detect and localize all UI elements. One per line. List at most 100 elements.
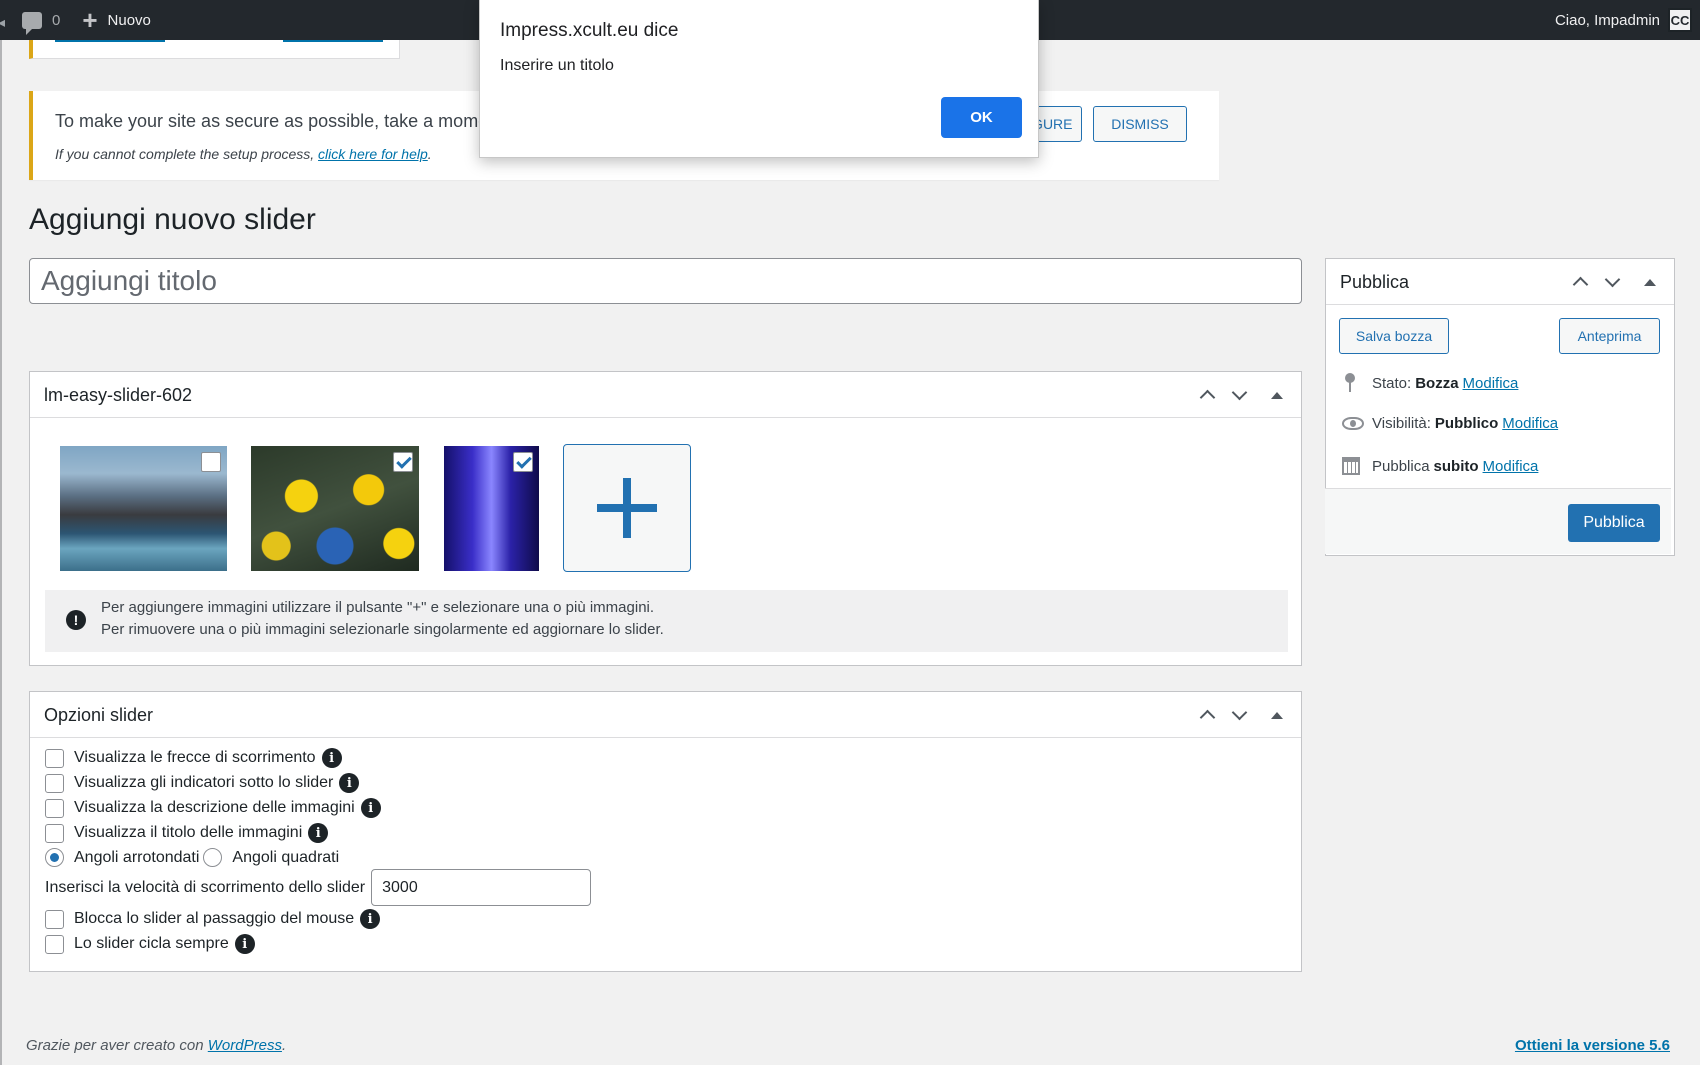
pin-icon <box>1342 373 1358 393</box>
save-draft-button[interactable]: Salva bozza <box>1339 318 1449 354</box>
schedule-value: subito <box>1433 457 1479 475</box>
move-down-icon[interactable] <box>1601 271 1623 293</box>
info-icon[interactable]: i <box>339 773 360 793</box>
schedule-row: Pubblica subito Modifica <box>1342 457 1538 475</box>
comments-link[interactable]: 0 <box>22 11 60 35</box>
partial-link[interactable] <box>55 40 165 42</box>
rounded-corners-radio[interactable] <box>45 848 64 867</box>
schedule-label: Pubblica <box>1372 457 1430 475</box>
security-subtext-label: If you cannot complete the setup process… <box>55 146 315 162</box>
plus-icon: + <box>82 5 98 35</box>
new-label: Nuovo <box>107 11 151 29</box>
indicators-checkbox[interactable] <box>45 773 64 793</box>
footer-thanks: Grazie per aver creato con WordPress. <box>26 1037 286 1054</box>
greeting: Ciao, Impadmin <box>1554 11 1660 29</box>
move-up-icon[interactable] <box>1196 384 1218 406</box>
security-subtext: If you cannot complete the setup process… <box>55 146 432 162</box>
info-icon[interactable]: i <box>360 909 381 929</box>
info-icon[interactable]: i <box>234 934 255 954</box>
calendar-icon <box>1342 457 1360 475</box>
footer-thanks-end: . <box>281 1037 287 1054</box>
move-down-icon[interactable] <box>1228 704 1250 726</box>
slider-box-title: lm-easy-slider-602 <box>44 385 193 405</box>
wp-menu-edge-icon[interactable]: ◂ <box>0 14 5 30</box>
status-row: Stato: Bozza Modifica <box>1342 373 1518 393</box>
new-content-link[interactable]: + Nuovo <box>82 7 151 33</box>
arrows-label: Visualizza le frecce di scorrimento <box>74 749 316 766</box>
add-image-button[interactable] <box>563 444 691 572</box>
dialog-ok-button[interactable]: OK <box>941 97 1022 138</box>
pause-hover-checkbox[interactable] <box>45 909 64 929</box>
slider-image-ducks[interactable] <box>251 446 419 571</box>
visibility-label: Visibilità: <box>1372 415 1431 432</box>
title-checkbox[interactable] <box>45 823 64 843</box>
collapse-toggle-icon[interactable] <box>1639 271 1661 293</box>
move-up-icon[interactable] <box>1569 271 1591 293</box>
option-corners: Angoli arrotondati Angoli quadrati <box>45 848 339 867</box>
security-message: To make your site as secure as possible,… <box>55 111 504 131</box>
eye-icon <box>1342 417 1364 430</box>
account-menu[interactable]: Ciao, Impadmin CC <box>1555 0 1692 40</box>
rounded-corners-label: Angoli arrotondati <box>74 848 200 866</box>
avatar: CC <box>1668 8 1692 32</box>
option-arrows: Visualizza le frecce di scorrimento i <box>45 748 342 768</box>
info-icon[interactable]: i <box>321 748 342 768</box>
update-version-link[interactable]: Ottieni la versione 5.6 <box>1515 1037 1670 1054</box>
sidebar-edge <box>0 40 2 1065</box>
image-select-checkbox[interactable] <box>393 452 413 472</box>
move-down-icon[interactable] <box>1228 384 1250 406</box>
move-up-icon[interactable] <box>1196 704 1218 726</box>
image-select-checkbox[interactable] <box>201 452 221 472</box>
option-speed: Inserisci la velocità di scorrimento del… <box>45 869 592 906</box>
publish-button[interactable]: Pubblica <box>1568 504 1660 542</box>
comment-bubble-icon <box>22 11 42 35</box>
partial-notice <box>29 40 400 59</box>
partial-link-2[interactable] <box>283 40 383 42</box>
info-icon[interactable]: i <box>308 823 329 843</box>
page-title: Aggiungi nuovo slider <box>29 203 316 236</box>
dialog-message: Inserire un titolo <box>500 57 614 74</box>
publish-box-title: Pubblica <box>1340 272 1410 292</box>
visibility-value: Pubblico <box>1434 415 1499 432</box>
collapse-toggle-icon[interactable] <box>1266 384 1288 406</box>
description-checkbox[interactable] <box>45 798 64 818</box>
slider-box-header: lm-easy-slider-602 <box>30 372 1301 418</box>
title-label: Visualizza il titolo delle immagini <box>74 824 303 841</box>
info-line-1: Per aggiungere immagini utilizzare il pu… <box>101 599 655 616</box>
slider-image-corridor[interactable] <box>444 446 539 571</box>
arrows-checkbox[interactable] <box>45 748 64 768</box>
preview-button[interactable]: Anteprima <box>1559 318 1660 354</box>
dismiss-button[interactable]: DISMISS <box>1093 106 1187 142</box>
option-pause-hover: Blocca lo slider al passaggio del mouse … <box>45 909 381 929</box>
wordpress-link[interactable]: WordPress <box>208 1037 282 1054</box>
slider-info-box: ! Per aggiungere immagini utilizzare il … <box>45 590 1288 652</box>
option-description: Visualizza la descrizione delle immagini… <box>45 798 381 818</box>
visibility-row: Visibilità: Pubblico Modifica <box>1342 415 1558 432</box>
option-indicators: Visualizza gli indicatori sotto lo slide… <box>45 773 360 793</box>
speed-input[interactable] <box>371 869 592 906</box>
info-line-2: Per rimuovere una o più immagini selezio… <box>101 621 664 638</box>
loop-label: Lo slider cicla sempre <box>74 935 229 952</box>
status-value: Bozza <box>1415 374 1459 392</box>
option-title: Visualizza il titolo delle immagini i <box>45 823 329 843</box>
collapse-toggle-icon[interactable] <box>1266 704 1288 726</box>
edit-status-link[interactable]: Modifica <box>1463 375 1519 392</box>
help-link[interactable]: click here for help <box>318 146 428 162</box>
pause-hover-label: Blocca lo slider al passaggio del mouse <box>74 910 355 927</box>
dialog-title: Impress.xcult.eu dice <box>500 20 679 41</box>
exclamation-icon: ! <box>66 610 86 630</box>
status-label: Stato: <box>1372 374 1412 392</box>
image-select-checkbox[interactable] <box>513 452 533 472</box>
options-box-title: Opzioni slider <box>44 705 154 725</box>
square-corners-label: Angoli quadrati <box>232 848 340 866</box>
security-subtext-end: . <box>427 146 432 162</box>
plus-icon <box>597 478 657 538</box>
loop-checkbox[interactable] <box>45 934 64 954</box>
slider-image-amsterdam[interactable] <box>60 446 227 571</box>
option-loop: Lo slider cicla sempre i <box>45 934 255 954</box>
info-icon[interactable]: i <box>360 798 381 818</box>
square-corners-radio[interactable] <box>203 848 223 867</box>
title-input[interactable] <box>29 258 1302 304</box>
edit-visibility-link[interactable]: Modifica <box>1502 415 1558 432</box>
edit-schedule-link[interactable]: Modifica <box>1483 458 1539 475</box>
